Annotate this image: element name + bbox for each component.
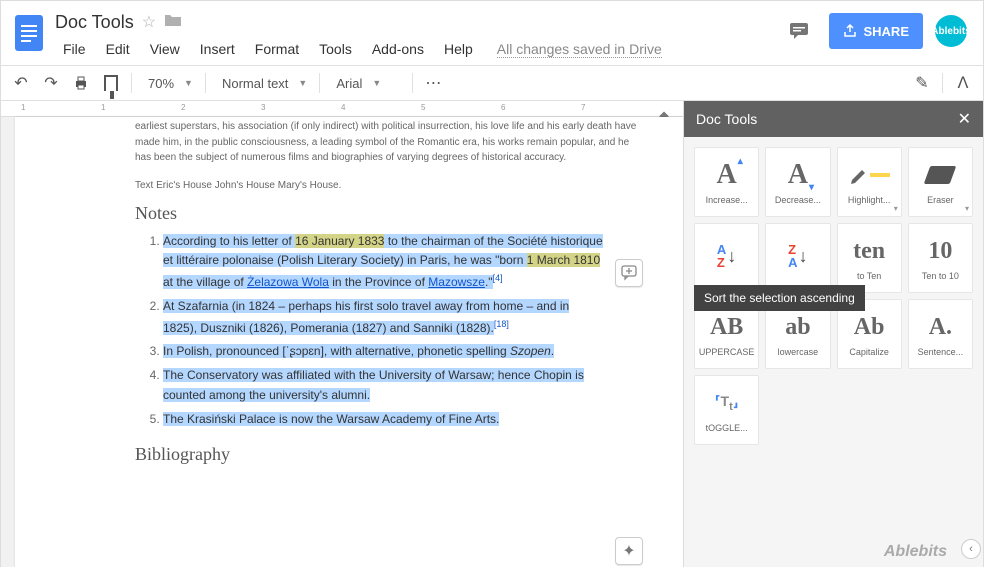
tool-ten-to-ten[interactable]: ten to Ten: [837, 223, 902, 293]
font-dropdown[interactable]: Arial▼: [326, 69, 406, 97]
text-line[interactable]: Text Eric's House John's House Mary's Ho…: [35, 180, 643, 191]
star-icon[interactable]: ☆: [142, 12, 156, 32]
zoom-dropdown[interactable]: 70%▼: [138, 69, 199, 97]
save-status[interactable]: All changes saved in Drive: [497, 41, 662, 58]
tool-glyph: A▾: [788, 159, 808, 191]
note-item[interactable]: In Polish, pronounced [ˈʂɔpɛn], with alt…: [163, 342, 643, 362]
tool-label: Ten to 10: [922, 271, 959, 281]
user-avatar[interactable]: Ablebits: [935, 15, 967, 47]
menu-edit[interactable]: Edit: [98, 37, 138, 61]
tool-label: UPPERCASE: [699, 347, 755, 357]
menu-file[interactable]: File: [55, 37, 94, 61]
tool-glyph: ⸢Tt⸥: [715, 387, 738, 419]
tool-label: lowercase: [778, 347, 819, 357]
tool-glyph: AB: [710, 311, 743, 343]
print-button[interactable]: [67, 69, 95, 97]
tool-eraser[interactable]: Eraser: [908, 147, 973, 217]
ruler[interactable]: 11234567: [1, 101, 683, 117]
tool-glyph: AZ↓: [717, 240, 736, 272]
sidebar-title: Doc Tools: [696, 111, 757, 127]
style-dropdown[interactable]: Normal text▼: [212, 69, 313, 97]
more-button[interactable]: ⋯: [419, 69, 447, 97]
folder-icon[interactable]: [164, 13, 182, 32]
tool-glyph: 10: [928, 235, 952, 267]
tool-sort-desc[interactable]: ZA↓: [765, 223, 830, 293]
share-button[interactable]: SHARE: [829, 13, 923, 49]
tool-glyph: A.: [929, 311, 952, 343]
doc-tools-sidebar: Doc Tools ✕ Sort the selection ascending…: [683, 101, 983, 567]
note-item[interactable]: The Conservatory was affiliated with the…: [163, 366, 643, 406]
tool-glyph: Ab: [854, 311, 885, 343]
tool-highlight[interactable]: Highlight...: [837, 147, 902, 217]
document-title[interactable]: Doc Tools: [55, 12, 134, 33]
tool-label: Sentence...: [918, 347, 964, 357]
tool-glyph: [848, 159, 890, 191]
tool-label: Highlight...: [848, 195, 891, 205]
tool-label: Eraser: [927, 195, 954, 205]
undo-button[interactable]: ↶: [7, 69, 35, 97]
add-comment-button[interactable]: [615, 259, 643, 287]
tool-sentence[interactable]: A. Sentence...: [908, 299, 973, 369]
menu-help[interactable]: Help: [436, 37, 481, 61]
collapse-toolbar-button[interactable]: ᐱ: [949, 69, 977, 97]
note-item[interactable]: According to his letter of 16 January 18…: [163, 232, 643, 293]
tool-glyph: A▴: [717, 159, 737, 191]
editor-area: 11234567 ⬥ earliest superstars, his asso…: [1, 101, 683, 567]
tooltip: Sort the selection ascending: [694, 285, 865, 311]
toolbar: ↶ ↷ 70%▼ Normal text▼ Arial▼ ⋯ ✎ ᐱ: [1, 65, 983, 101]
notes-list[interactable]: According to his letter of 16 January 18…: [135, 232, 643, 430]
tool-ten-to-10[interactable]: 10 Ten to 10: [908, 223, 973, 293]
note-item[interactable]: The Krasiński Palace is now the Warsaw A…: [163, 410, 643, 430]
editing-mode-button[interactable]: ✎: [908, 69, 936, 97]
tool-glyph: ZA↓: [788, 240, 807, 272]
bibliography-heading[interactable]: Bibliography: [135, 444, 643, 465]
tool-label: Capitalize: [849, 347, 889, 357]
tool-increase[interactable]: A▴ Increase...: [694, 147, 759, 217]
tool-label: tOGGLE...: [706, 423, 748, 433]
menu-format[interactable]: Format: [247, 37, 307, 61]
tool-decrease[interactable]: A▾ Decrease...: [765, 147, 830, 217]
brand-label: Ablebits: [884, 543, 947, 561]
tool-label: Decrease...: [775, 195, 821, 205]
menu-add-ons[interactable]: Add-ons: [364, 37, 432, 61]
tool-sort-asc[interactable]: AZ↓: [694, 223, 759, 293]
chevron-left-icon[interactable]: ‹: [961, 539, 981, 559]
note-item[interactable]: At Szafarnia (in 1824 – perhaps his firs…: [163, 297, 643, 339]
tool-glyph: ten: [853, 235, 885, 267]
menu-insert[interactable]: Insert: [192, 37, 243, 61]
tool-label: to Ten: [857, 271, 881, 281]
comments-icon[interactable]: [781, 13, 817, 49]
notes-heading[interactable]: Notes: [135, 203, 643, 224]
tool-glyph: ab: [785, 311, 810, 343]
redo-button[interactable]: ↷: [37, 69, 65, 97]
docs-app-icon[interactable]: [9, 9, 49, 57]
paint-format-button[interactable]: [97, 69, 125, 97]
tool-label: Increase...: [706, 195, 748, 205]
explore-button[interactable]: ✦: [615, 537, 643, 565]
menu-tools[interactable]: Tools: [311, 37, 360, 61]
menu-view[interactable]: View: [142, 37, 188, 61]
intro-paragraph[interactable]: earliest superstars, his association (if…: [35, 119, 643, 166]
close-icon[interactable]: ✕: [958, 109, 971, 129]
share-label: SHARE: [863, 24, 909, 39]
tool-toggle[interactable]: ⸢Tt⸥ tOGGLE...: [694, 375, 759, 445]
tool-glyph: [927, 159, 953, 191]
